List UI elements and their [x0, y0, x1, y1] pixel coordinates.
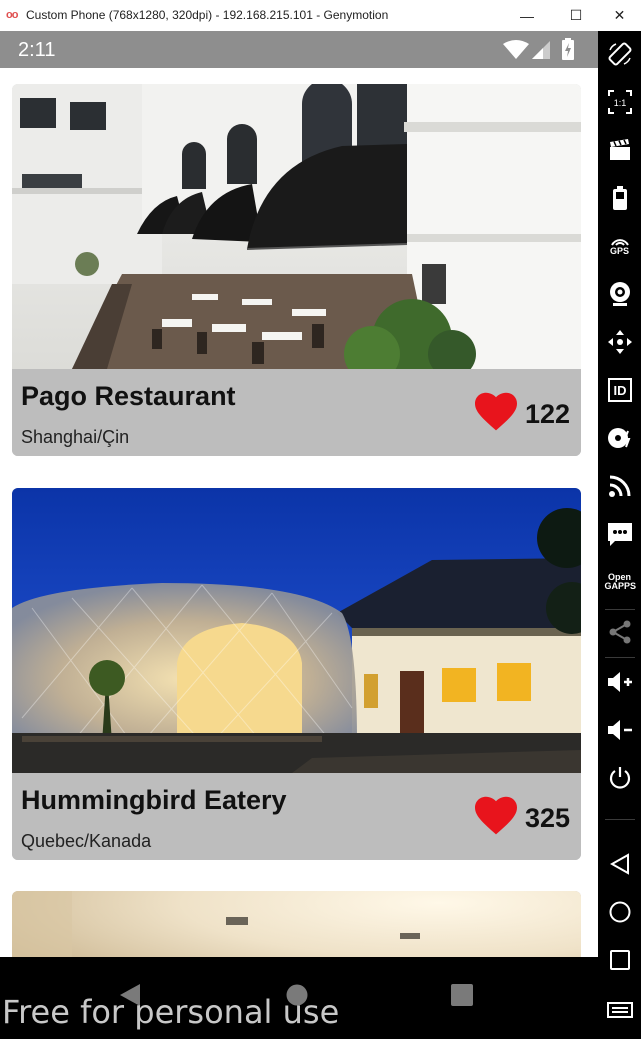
restaurant-photo: [12, 84, 581, 369]
like-count: 122: [525, 399, 571, 429]
volume-up-icon[interactable]: [598, 660, 641, 704]
battery-icon[interactable]: [598, 176, 641, 220]
restaurant-photo: [12, 488, 581, 773]
recents-icon[interactable]: [598, 938, 641, 982]
restaurant-list[interactable]: Pago Restaurant Shanghai/Çin 122 Humming…: [0, 68, 598, 957]
watermark-text: Free for personal use: [2, 993, 340, 1031]
restaurant-card[interactable]: [12, 891, 581, 957]
toolbar-divider: [605, 819, 635, 820]
close-button[interactable]: ✕: [598, 0, 641, 31]
device-id-icon[interactable]: ID: [598, 368, 641, 412]
sms-icon[interactable]: [598, 512, 641, 556]
pixel-perfect-icon[interactable]: 1:1: [598, 80, 641, 124]
rotate-icon[interactable]: [598, 32, 641, 76]
maximize-button[interactable]: ☐: [553, 0, 599, 31]
window-title: Custom Phone (768x1280, 320dpi) - 192.16…: [26, 8, 389, 22]
svg-text:1:1: 1:1: [613, 98, 626, 108]
share-icon[interactable]: [598, 610, 641, 654]
restaurant-photo: [12, 891, 581, 957]
battery-charging-icon: [562, 38, 574, 60]
restaurant-card[interactable]: Hummingbird Eatery Quebec/Kanada 325: [12, 488, 581, 860]
cell-signal-icon: [532, 41, 550, 59]
svg-text:ID: ID: [613, 383, 626, 398]
back-icon[interactable]: [598, 842, 641, 886]
heart-icon[interactable]: [475, 392, 517, 432]
home-icon[interactable]: [598, 890, 641, 934]
restaurant-name: Hummingbird Eatery: [21, 785, 287, 815]
toolbar-divider: [605, 657, 635, 658]
heart-icon[interactable]: [475, 796, 517, 836]
volume-down-icon[interactable]: [598, 708, 641, 752]
gps-icon[interactable]: GPS: [598, 224, 641, 268]
restaurant-location: Shanghai/Çin: [21, 427, 130, 447]
restaurant-location: Quebec/Kanada: [21, 831, 152, 851]
disk-io-icon[interactable]: [598, 416, 641, 460]
capture-icon[interactable]: [598, 128, 641, 172]
camera-icon[interactable]: [598, 272, 641, 316]
restaurant-name: Pago Restaurant: [21, 381, 236, 411]
nav-recents-icon[interactable]: [451, 984, 473, 1006]
like-count: 325: [525, 803, 571, 833]
dpad-icon[interactable]: [598, 320, 641, 364]
open-gapps-icon[interactable]: Open GAPPS: [598, 560, 641, 604]
status-clock: 2:11: [18, 39, 56, 61]
minimize-button[interactable]: —: [504, 0, 550, 31]
menu-icon[interactable]: [598, 988, 641, 1032]
restaurant-card[interactable]: Pago Restaurant Shanghai/Çin 122: [12, 84, 581, 456]
restaurant-info: Pago Restaurant Shanghai/Çin 122: [12, 369, 581, 456]
power-icon[interactable]: [598, 756, 641, 800]
wifi-icon: [503, 40, 529, 59]
network-icon[interactable]: [598, 464, 641, 508]
genymotion-logo-icon: oo: [6, 9, 18, 21]
restaurant-info: Hummingbird Eatery Quebec/Kanada 325: [12, 773, 581, 860]
